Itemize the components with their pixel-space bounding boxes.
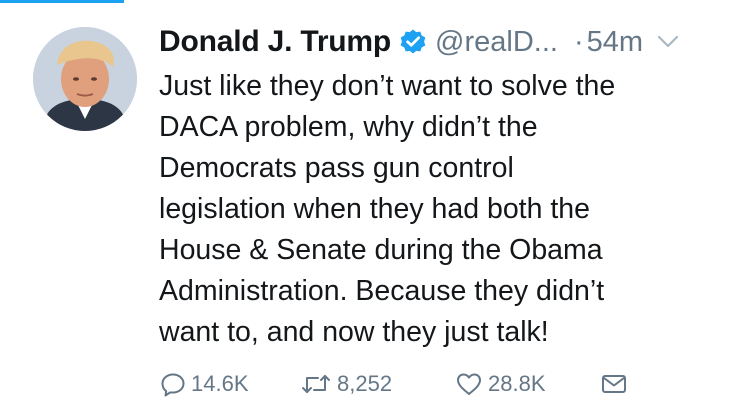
like-count: 28.8K [488,371,546,396]
heart-icon [454,370,484,398]
retweet-icon [299,370,333,398]
top-accent-line [0,0,124,3]
tweet-actions: 14.6K 8,252 28.8K [159,366,629,402]
verified-badge-icon [399,28,427,56]
tweet-card[interactable]: Donald J. Trump @realD... · 54m Just lik… [0,0,750,420]
like-button[interactable]: 28.8K [454,370,599,398]
chevron-down-icon[interactable] [657,35,679,49]
reply-button[interactable]: 14.6K [159,370,299,398]
envelope-icon [599,370,629,398]
author-handle[interactable]: @realD... [435,26,558,59]
tweet-header: Donald J. Trump @realD... · 54m [159,22,679,62]
retweet-count: 8,252 [337,371,393,396]
tweet-text: Just like they don’t want to solve the D… [159,70,616,348]
reply-icon [159,370,187,398]
tweet-timestamp[interactable]: 54m [587,26,643,59]
avatar-image [33,27,137,131]
author-name[interactable]: Donald J. Trump [159,25,391,59]
reply-count: 14.6K [191,371,249,396]
retweet-button[interactable]: 8,252 [299,370,454,398]
direct-message-button[interactable] [599,370,629,398]
time-separator: · [573,25,584,58]
avatar[interactable] [33,27,137,131]
